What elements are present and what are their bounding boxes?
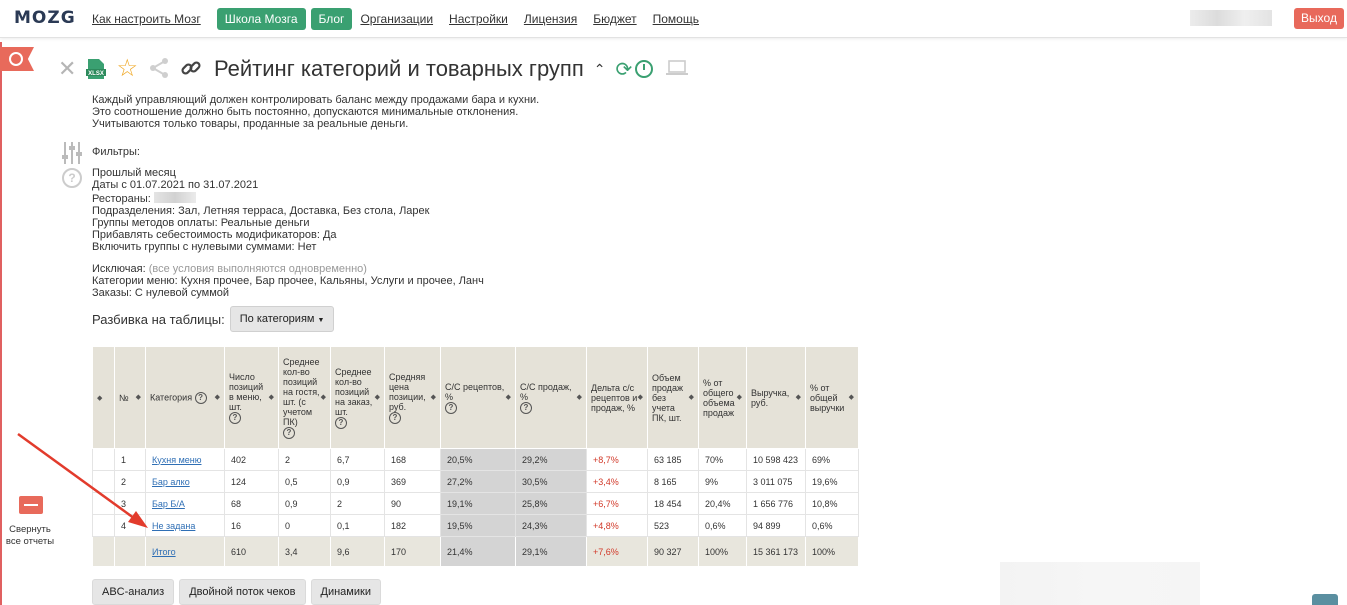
help-icon: ? — [389, 411, 401, 424]
table-row: 4 Не задана 16 0 0,1 182 19,5% 24,3% +4,8% 52… — [92, 514, 859, 537]
caret-down-icon: ▼ — [317, 317, 325, 324]
nav-blog-button[interactable]: Блог — [310, 8, 353, 30]
table-row: 1 Кухня меню 402 2 6,7 168 20,5% 29,2% +8,7%… — [92, 448, 859, 471]
col-cost-sales[interactable]: С/С продаж, %? ◆ — [515, 346, 587, 449]
nav-budget[interactable]: Бюджет — [593, 12, 636, 26]
nav-license[interactable]: Лицензия — [524, 12, 577, 26]
col-avg-per-order[interactable]: Среднее кол-во позиций на заказ, шт.? ◆ — [330, 346, 385, 449]
abc-analysis-button[interactable]: ABC-анализ — [92, 579, 175, 605]
table-row: 2 Бар алко 124 0,5 0,9 369 27,2% 30,5% +3,4%… — [92, 470, 859, 493]
help-icon: ? — [445, 401, 457, 414]
col-cost-recipe[interactable]: С/С рецептов, %? ◆ — [440, 346, 516, 449]
report-title: Рейтинг категорий и товарных групп — [213, 56, 584, 81]
top-bar: MOZG Как настроить Мозг Школа Мозга Блог… — [0, 0, 1347, 38]
annotation-arrow — [17, 432, 148, 528]
split-dropdown[interactable]: По категориям ▼ — [229, 306, 335, 332]
logout-button[interactable]: Выход — [1294, 8, 1344, 29]
table-total-row: Итого 610 3,4 9,6 170 21,4% 29,1% +7,6% 90 32… — [92, 536, 859, 567]
table-row: 3 Бар Б/А 68 0,9 2 90 19,1% 25,8% +6,7% 18 45… — [92, 492, 859, 515]
report-actions: ABC-анализ Двойной поток чеков Динамики — [92, 579, 386, 605]
refresh-icon[interactable]: ⟳ — [616, 57, 633, 82]
nav-help[interactable]: Помощь — [653, 12, 699, 26]
dynamics-button[interactable]: Динамики — [310, 579, 381, 605]
chevron-up-icon[interactable]: ⌃ — [594, 61, 606, 78]
total-link[interactable]: Итого — [152, 547, 176, 557]
nav-organizations[interactable]: Организации — [360, 12, 433, 26]
col-volume[interactable]: Объем продаж без учета ПК, шт. ◆ — [647, 346, 699, 449]
col-pct-volume[interactable]: % от общего объема продаж ◆ — [698, 346, 747, 449]
col-revenue[interactable]: Выручка, руб. ◆ — [746, 346, 806, 449]
chat-widget-button[interactable] — [1312, 594, 1338, 605]
help-icon: ? — [229, 411, 241, 424]
col-positions[interactable]: Число позиций в меню, шт.? ◆ — [224, 346, 279, 449]
nav-settings[interactable]: Настройки — [449, 12, 508, 26]
help-icon: ? — [335, 416, 347, 429]
help-icon: ? — [520, 401, 532, 414]
col-pct-revenue[interactable]: % от общей выручки ◆ — [805, 346, 859, 449]
clock-icon[interactable] — [635, 60, 654, 78]
col-delta[interactable]: Дельта с/с рецептов и продаж, % ◆ — [586, 346, 648, 449]
nav-school-button[interactable]: Школа Мозга — [216, 8, 306, 30]
user-name-blurred — [1190, 10, 1272, 26]
help-icon: ? — [283, 426, 295, 439]
laptop-icon[interactable] — [665, 59, 689, 80]
col-avg-per-guest[interactable]: Среднее кол-во позиций на гостя, шт. (с … — [278, 346, 331, 449]
double-flow-button[interactable]: Двойной поток чеков — [179, 579, 306, 605]
table-header-row: ◆ № ◆ Категория ? ◆ Число позиций в меню, … — [92, 346, 859, 449]
blurred-region — [1000, 562, 1200, 605]
report-table: ◆ № ◆ Категория ? ◆ Число позиций в меню, … — [92, 346, 859, 567]
col-avg-price[interactable]: Средняя цена позиции, руб.? ◆ — [384, 346, 441, 449]
